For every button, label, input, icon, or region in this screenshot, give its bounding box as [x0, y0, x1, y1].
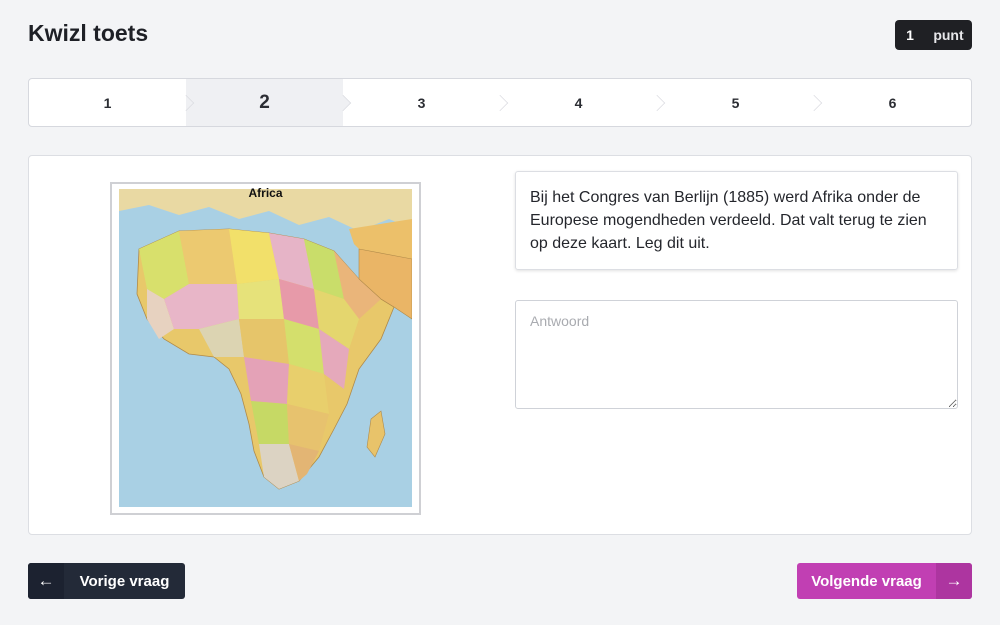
africa-map-graphic [119, 189, 412, 507]
step-label: 6 [888, 94, 897, 111]
step-label: 2 [259, 91, 270, 113]
question-stepper: 1 2 3 4 5 6 [28, 78, 972, 127]
arrow-right-icon: → [936, 563, 972, 599]
step-2[interactable]: 2 [186, 79, 352, 126]
page-title: Kwizl toets [28, 20, 149, 46]
step-label: 5 [731, 94, 740, 111]
points-label: punt [933, 27, 964, 43]
africa-map-image: Africa [110, 182, 421, 515]
question-card: Africa Bij het Congres van Berlijn (1885… [28, 155, 972, 535]
previous-question-label: Vorige vraag [79, 572, 170, 590]
step-1[interactable]: 1 [29, 79, 195, 126]
question-text: Bij het Congres van Berlijn (1885) werd … [515, 171, 958, 270]
step-5[interactable]: 5 [657, 79, 823, 126]
map-title: Africa [248, 186, 283, 200]
next-question-label: Volgende vraag [811, 572, 922, 590]
step-6[interactable]: 6 [814, 79, 971, 126]
previous-question-button[interactable]: ← Vorige vraag [28, 563, 185, 599]
step-label: 3 [417, 94, 426, 111]
points-value: 1 [906, 27, 914, 43]
arrow-left-icon: ← [28, 563, 64, 599]
step-4[interactable]: 4 [500, 79, 666, 126]
step-label: 4 [574, 94, 583, 111]
step-label: 1 [103, 94, 112, 111]
answer-field[interactable] [515, 300, 958, 409]
points-badge: 1 punt [895, 20, 972, 50]
next-question-button[interactable]: Volgende vraag → [797, 563, 972, 599]
step-3[interactable]: 3 [343, 79, 509, 126]
